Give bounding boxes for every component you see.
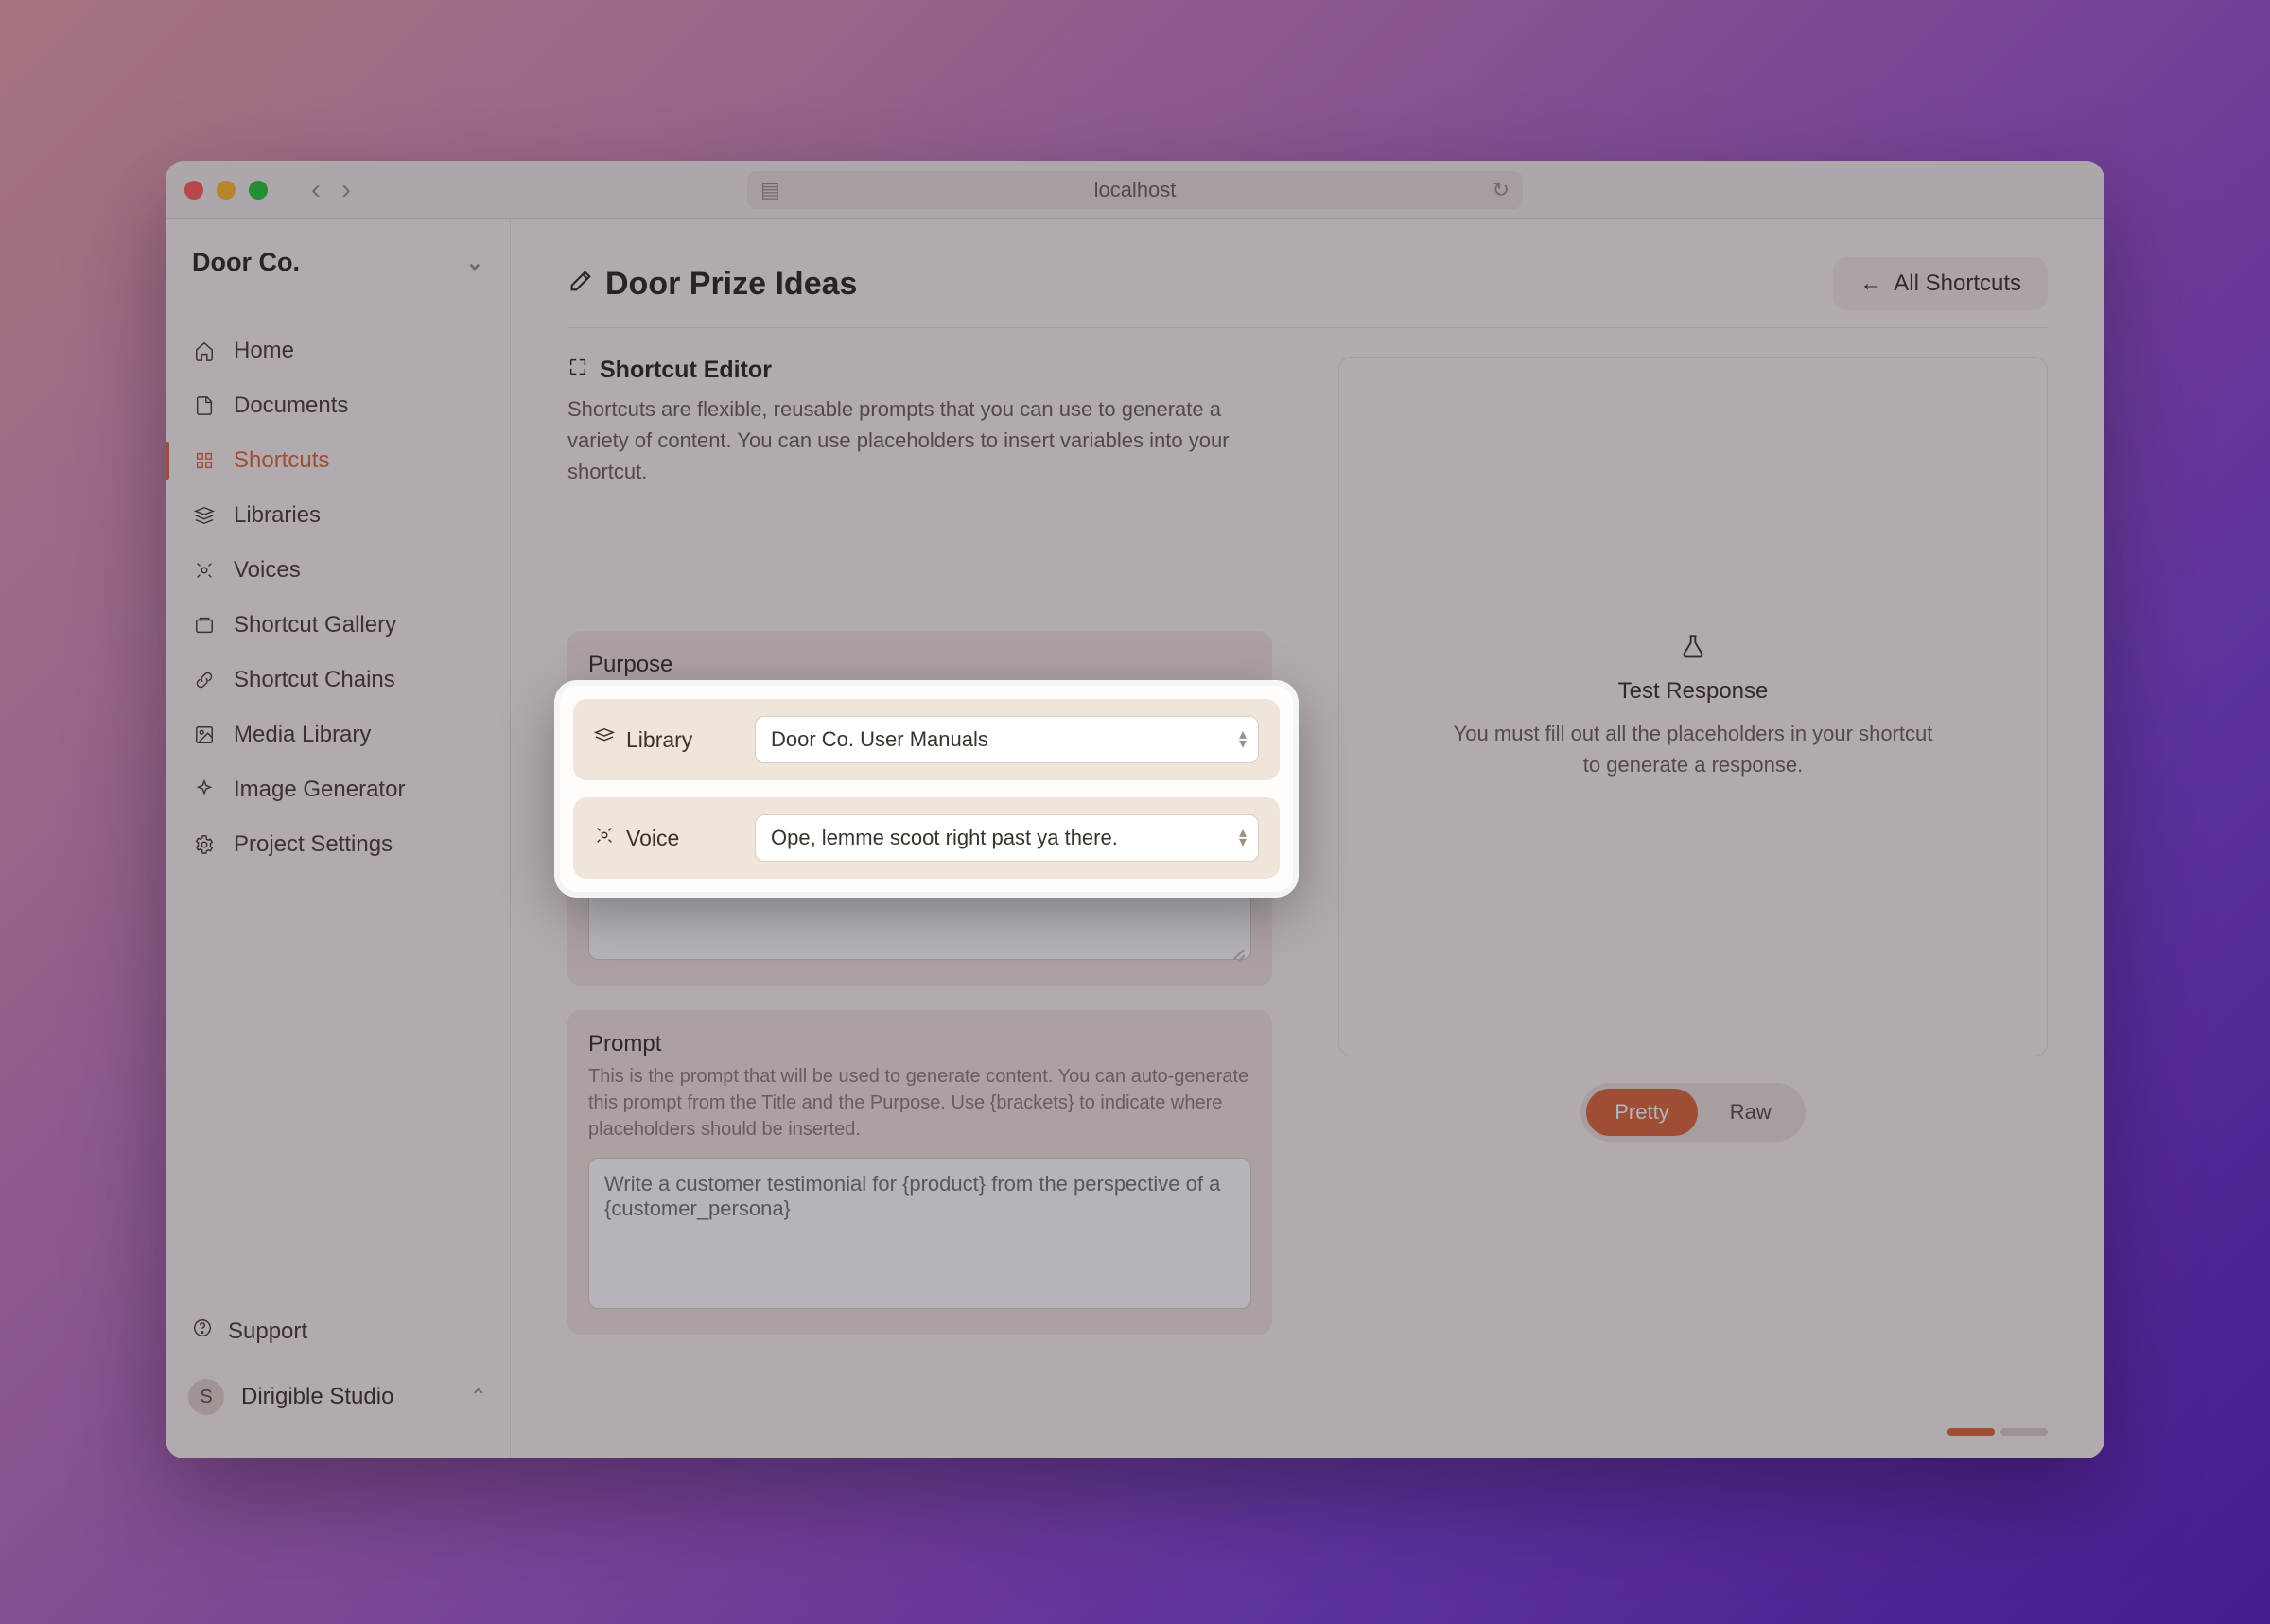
sidebar: Door Co. ⌄ Home Documents Shortcuts	[166, 219, 511, 1458]
editor-icon	[568, 357, 588, 384]
browser-forward-icon[interactable]: ›	[341, 176, 351, 204]
chevron-up-icon: ⌃	[470, 1385, 487, 1409]
prompt-desc: This is the prompt that will be used to …	[588, 1063, 1251, 1143]
window-minimize[interactable]	[217, 181, 236, 200]
image-gen-icon	[192, 779, 217, 800]
sidebar-item-support[interactable]: Support	[166, 1304, 510, 1358]
sidebar-item-voices[interactable]: Voices	[166, 544, 510, 597]
sidebar-item-label: Shortcuts	[234, 447, 329, 474]
shortcuts-icon	[192, 450, 217, 471]
site-settings-icon[interactable]: ▤	[760, 178, 780, 202]
sidebar-item-label: Shortcut Chains	[234, 667, 395, 693]
account-selector[interactable]: S Dirigible Studio ⌃	[166, 1358, 510, 1436]
sidebar-item-label: Project Settings	[234, 831, 393, 858]
sidebar-item-label: Media Library	[234, 722, 371, 748]
sidebar-item-media-library[interactable]: Media Library	[166, 708, 510, 761]
voice-select[interactable]: Ope, lemme scoot right past ya there. ▴▾	[755, 814, 1259, 862]
button-label: All Shortcuts	[1894, 271, 2021, 297]
library-select[interactable]: Door Co. User Manuals ▴▾	[755, 716, 1259, 763]
preview-panel: Test Response You must fill out all the …	[1338, 357, 2048, 1056]
sidebar-item-shortcut-chains[interactable]: Shortcut Chains	[166, 654, 510, 707]
flask-icon	[1680, 634, 1706, 665]
browser-titlebar: ‹ › ▤ localhost ↻	[166, 161, 2104, 219]
sidebar-item-shortcut-gallery[interactable]: Shortcut Gallery	[166, 599, 510, 652]
org-selector[interactable]: Door Co. ⌄	[166, 219, 510, 306]
window-zoom[interactable]	[249, 181, 268, 200]
library-field: Library Door Co. User Manuals ▴▾	[573, 699, 1280, 780]
libraries-icon	[192, 505, 217, 526]
prompt-textarea[interactable]	[588, 1158, 1251, 1309]
arrow-left-icon: ←	[1860, 271, 1882, 297]
select-updown-icon: ▴▾	[1239, 829, 1247, 847]
voice-field: Voice Ope, lemme scoot right past ya the…	[573, 797, 1280, 879]
page-title: Door Prize Ideas	[568, 266, 857, 303]
avatar: S	[188, 1379, 224, 1415]
sidebar-item-label: Shortcut Gallery	[234, 612, 396, 638]
sidebar-item-documents[interactable]: Documents	[166, 379, 510, 432]
voice-icon	[594, 825, 615, 851]
section-description: Shortcuts are flexible, reusable prompts…	[568, 393, 1258, 487]
window-close[interactable]	[184, 181, 203, 200]
sidebar-item-label: Libraries	[234, 502, 321, 529]
library-icon	[594, 726, 615, 753]
select-updown-icon: ▴▾	[1239, 730, 1247, 748]
library-value: Door Co. User Manuals	[771, 727, 988, 752]
gallery-icon	[192, 615, 217, 636]
section-title: Shortcut Editor	[568, 357, 1272, 384]
all-shortcuts-button[interactable]: ← All Shortcuts	[1833, 257, 2048, 310]
view-toggle: Pretty Raw	[1580, 1083, 1805, 1142]
sidebar-item-shortcuts[interactable]: Shortcuts	[166, 434, 510, 487]
org-name: Door Co.	[192, 248, 300, 277]
sidebar-item-libraries[interactable]: Libraries	[166, 489, 510, 542]
purpose-label: Purpose	[588, 652, 1251, 678]
sidebar-item-image-generator[interactable]: Image Generator	[166, 763, 510, 816]
browser-back-icon[interactable]: ‹	[311, 176, 321, 204]
progress-indicator	[1947, 1428, 2048, 1436]
voice-value: Ope, lemme scoot right past ya there.	[771, 826, 1118, 850]
settings-icon	[192, 834, 217, 855]
edit-icon	[568, 266, 594, 303]
voice-label: Voice	[626, 826, 679, 851]
sidebar-item-label: Image Generator	[234, 777, 405, 803]
url-bar[interactable]: ▤ localhost ↻	[747, 171, 1523, 209]
resize-handle[interactable]	[1232, 946, 1246, 959]
help-icon	[192, 1318, 213, 1345]
sidebar-item-label: Voices	[234, 557, 301, 584]
preview-desc: You must fill out all the placeholders i…	[1447, 718, 1939, 780]
media-icon	[192, 725, 217, 745]
preview-title: Test Response	[1618, 678, 1769, 705]
sidebar-item-label: Documents	[234, 393, 348, 419]
toggle-pretty[interactable]: Pretty	[1586, 1089, 1697, 1136]
toggle-raw[interactable]: Raw	[1702, 1089, 1800, 1136]
sidebar-item-label: Support	[228, 1318, 307, 1345]
prompt-label: Prompt	[588, 1031, 1251, 1057]
url-text: localhost	[1094, 178, 1177, 202]
window-controls	[184, 181, 268, 200]
sidebar-item-label: Home	[234, 338, 294, 364]
library-label: Library	[626, 727, 692, 753]
chevron-down-icon: ⌄	[466, 251, 483, 275]
sidebar-item-home[interactable]: Home	[166, 324, 510, 377]
sidebar-item-project-settings[interactable]: Project Settings	[166, 818, 510, 871]
chains-icon	[192, 670, 217, 690]
reload-icon[interactable]: ↻	[1493, 178, 1510, 202]
indicator-segment	[1947, 1428, 1995, 1436]
voices-icon	[192, 560, 217, 581]
home-icon	[192, 341, 217, 361]
account-name: Dirigible Studio	[241, 1384, 393, 1410]
document-icon	[192, 395, 217, 416]
indicator-segment	[2000, 1428, 2048, 1436]
prompt-block: Prompt This is the prompt that will be u…	[568, 1010, 1272, 1335]
